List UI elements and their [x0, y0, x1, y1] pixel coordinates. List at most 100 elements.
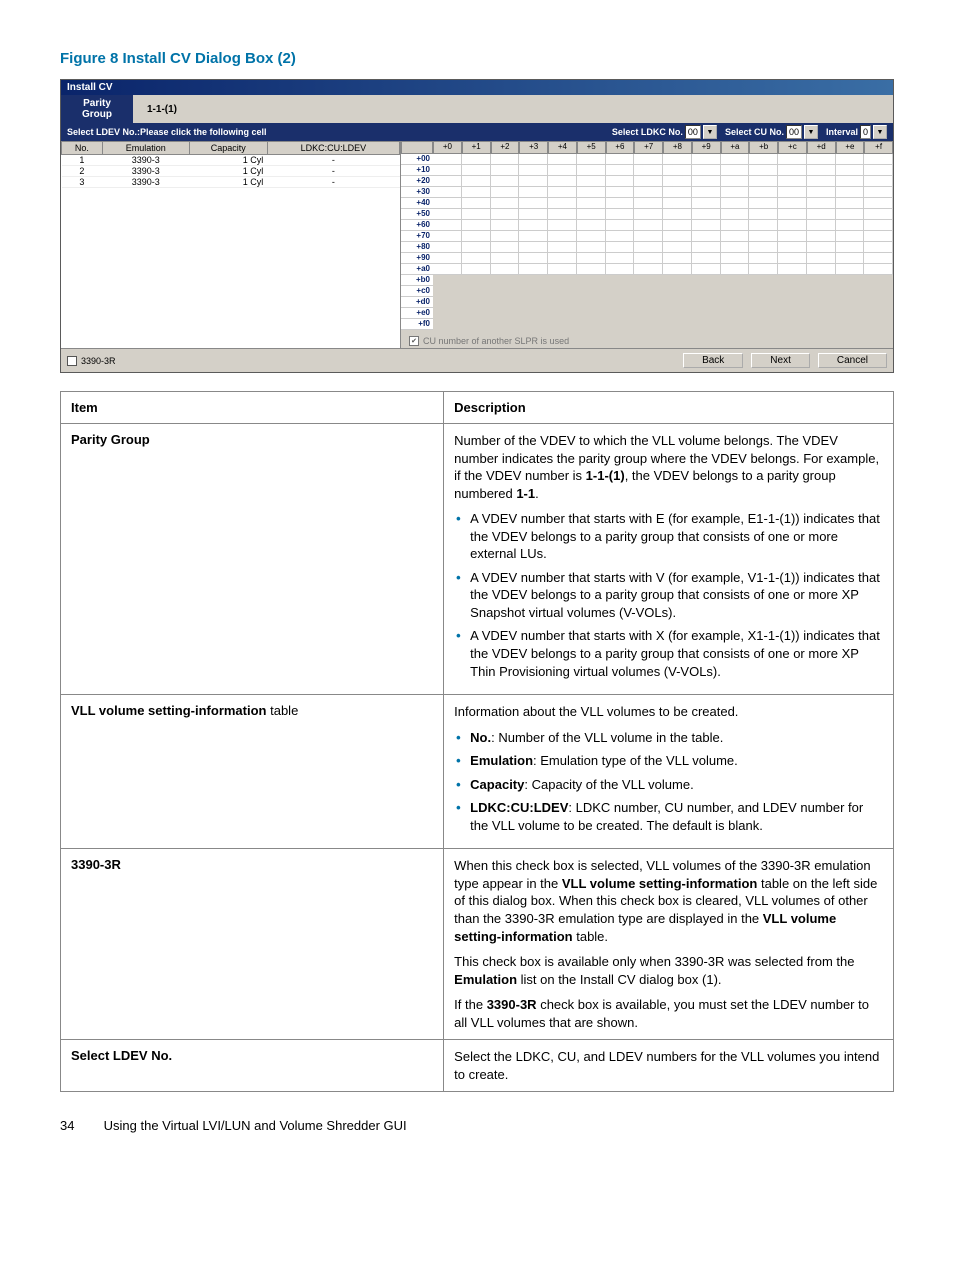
grid-cell[interactable]	[807, 165, 836, 176]
grid-cell[interactable]	[577, 286, 606, 297]
grid-cell[interactable]	[519, 264, 548, 275]
grid-cell[interactable]	[807, 176, 836, 187]
grid-cell[interactable]	[433, 165, 462, 176]
grid-cell[interactable]	[721, 220, 750, 231]
grid-cell[interactable]	[577, 319, 606, 330]
grid-cell[interactable]	[836, 275, 865, 286]
grid-cell[interactable]	[577, 297, 606, 308]
grid-cell[interactable]	[519, 154, 548, 165]
grid-cell[interactable]	[548, 165, 577, 176]
grid-cell[interactable]	[634, 154, 663, 165]
grid-cell[interactable]	[778, 198, 807, 209]
grid-cell[interactable]	[864, 264, 893, 275]
grid-cell[interactable]	[721, 176, 750, 187]
grid-cell[interactable]	[577, 209, 606, 220]
grid-cell[interactable]	[692, 231, 721, 242]
grid-cell[interactable]	[491, 308, 520, 319]
grid-cell[interactable]	[577, 275, 606, 286]
grid-cell[interactable]	[433, 253, 462, 264]
grid-cell[interactable]	[692, 220, 721, 231]
grid-cell[interactable]	[491, 253, 520, 264]
grid-cell[interactable]	[778, 297, 807, 308]
grid-cell[interactable]	[462, 154, 491, 165]
grid-cell[interactable]	[433, 308, 462, 319]
grid-cell[interactable]	[663, 319, 692, 330]
grid-cell[interactable]	[663, 209, 692, 220]
grid-cell[interactable]	[606, 220, 635, 231]
grid-cell[interactable]	[606, 198, 635, 209]
grid-cell[interactable]	[663, 176, 692, 187]
grid-cell[interactable]	[864, 209, 893, 220]
grid-cell[interactable]	[807, 297, 836, 308]
grid-cell[interactable]	[721, 209, 750, 220]
grid-cell[interactable]	[462, 220, 491, 231]
grid-cell[interactable]	[634, 286, 663, 297]
grid-cell[interactable]	[519, 308, 548, 319]
chevron-down-icon[interactable]: ▼	[703, 125, 717, 139]
grid-cell[interactable]	[778, 275, 807, 286]
grid-cell[interactable]	[519, 176, 548, 187]
grid-cell[interactable]	[749, 297, 778, 308]
grid-cell[interactable]	[548, 220, 577, 231]
grid-cell[interactable]	[491, 154, 520, 165]
grid-cell[interactable]	[864, 275, 893, 286]
grid-cell[interactable]	[433, 176, 462, 187]
grid-cell[interactable]	[462, 242, 491, 253]
grid-cell[interactable]	[836, 187, 865, 198]
grid-cell[interactable]	[548, 242, 577, 253]
grid-cell[interactable]	[663, 165, 692, 176]
grid-cell[interactable]	[807, 220, 836, 231]
grid-cell[interactable]	[807, 319, 836, 330]
grid-cell[interactable]	[433, 187, 462, 198]
grid-cell[interactable]	[692, 154, 721, 165]
grid-cell[interactable]	[548, 264, 577, 275]
grid-cell[interactable]	[692, 187, 721, 198]
grid-cell[interactable]	[462, 198, 491, 209]
grid-cell[interactable]	[721, 198, 750, 209]
grid-cell[interactable]	[491, 264, 520, 275]
next-button[interactable]: Next	[751, 353, 810, 368]
grid-cell[interactable]	[778, 286, 807, 297]
grid-cell[interactable]	[519, 209, 548, 220]
grid-cell[interactable]	[807, 275, 836, 286]
cancel-button[interactable]: Cancel	[818, 353, 887, 368]
grid-cell[interactable]	[807, 209, 836, 220]
grid-cell[interactable]	[836, 297, 865, 308]
grid-cell[interactable]	[749, 253, 778, 264]
grid-cell[interactable]	[519, 231, 548, 242]
grid-cell[interactable]	[836, 198, 865, 209]
grid-cell[interactable]	[606, 297, 635, 308]
grid-cell[interactable]	[721, 165, 750, 176]
grid-cell[interactable]	[433, 297, 462, 308]
grid-cell[interactable]	[807, 154, 836, 165]
grid-cell[interactable]	[778, 176, 807, 187]
grid-cell[interactable]	[778, 209, 807, 220]
grid-cell[interactable]	[663, 264, 692, 275]
grid-cell[interactable]	[606, 176, 635, 187]
grid-cell[interactable]	[692, 275, 721, 286]
grid-cell[interactable]	[634, 308, 663, 319]
grid-cell[interactable]	[606, 275, 635, 286]
grid-cell[interactable]	[807, 286, 836, 297]
grid-cell[interactable]	[606, 165, 635, 176]
grid-cell[interactable]	[433, 198, 462, 209]
grid-cell[interactable]	[462, 286, 491, 297]
grid-cell[interactable]	[663, 275, 692, 286]
grid-cell[interactable]	[807, 253, 836, 264]
grid-cell[interactable]	[519, 253, 548, 264]
grid-cell[interactable]	[462, 297, 491, 308]
grid-cell[interactable]	[433, 242, 462, 253]
grid-cell[interactable]	[462, 319, 491, 330]
grid-cell[interactable]	[491, 231, 520, 242]
grid-cell[interactable]	[462, 209, 491, 220]
grid-cell[interactable]	[634, 220, 663, 231]
grid-cell[interactable]	[749, 187, 778, 198]
grid-cell[interactable]	[864, 154, 893, 165]
grid-cell[interactable]	[721, 286, 750, 297]
grid-cell[interactable]	[462, 176, 491, 187]
grid-cell[interactable]	[778, 220, 807, 231]
grid-cell[interactable]	[692, 165, 721, 176]
grid-cell[interactable]	[807, 198, 836, 209]
grid-cell[interactable]	[519, 319, 548, 330]
grid-cell[interactable]	[606, 319, 635, 330]
